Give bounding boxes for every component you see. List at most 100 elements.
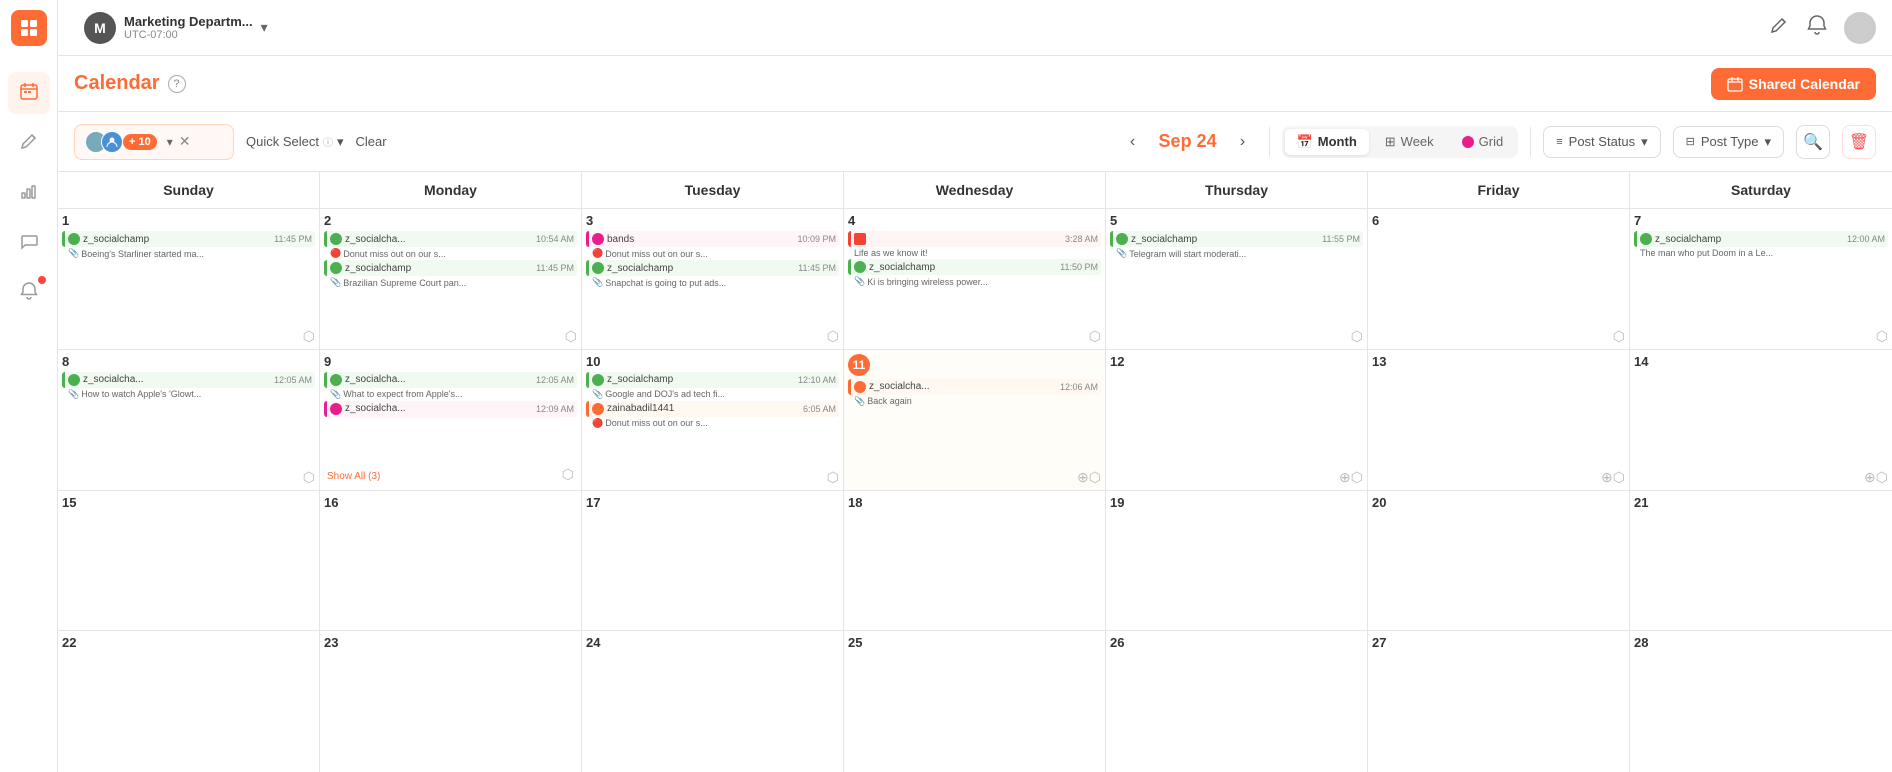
export-icon-8[interactable]: ⬡ — [303, 469, 315, 486]
bell-header-icon[interactable] — [1806, 14, 1828, 42]
export-icon-14[interactable]: ⬡ — [1876, 469, 1888, 486]
event-2-1[interactable]: z_socialcha... 10:54 AM — [324, 231, 577, 247]
event-time-10-1: 12:10 AM — [798, 375, 836, 385]
event-3-2[interactable]: z_socialchamp 11:45 PM — [586, 260, 839, 276]
event-5-1[interactable]: z_socialchamp 11:55 PM — [1110, 231, 1363, 247]
event-icon-9-1 — [330, 374, 342, 386]
event-name-3-1: bands — [607, 234, 794, 245]
compose-header-icon[interactable] — [1768, 14, 1790, 42]
date-23: 23 — [324, 635, 577, 650]
day-header-saturday: Saturday — [1630, 172, 1892, 208]
cell-sep-11: 11 z_socialcha... 12:06 AM 📎 Back again … — [844, 350, 1106, 490]
post-type-dropdown[interactable]: ⊟ Post Type ▾ — [1673, 126, 1784, 158]
event-time-2-1: 10:54 AM — [536, 234, 574, 244]
trash-icon: 🗑 — [1849, 132, 1869, 152]
event-icon-10-1 — [592, 374, 604, 386]
event-desc-4-1: Life as we know it! — [848, 248, 1101, 259]
export-icon-7[interactable]: ⬡ — [1876, 328, 1888, 345]
date-18: 18 — [848, 495, 1101, 510]
export-icon-5[interactable]: ⬡ — [1351, 328, 1363, 345]
event-2-2[interactable]: z_socialchamp 11:45 PM — [324, 260, 577, 276]
event-desc-8-1: 📎 How to watch Apple's 'Glowt... — [62, 389, 315, 401]
shared-calendar-label: Shared Calendar — [1749, 76, 1860, 92]
event-desc-7-1: The man who put Doom in a Le... — [1634, 248, 1888, 259]
export-icon-11[interactable]: ⬡ — [1089, 469, 1101, 486]
event-desc-3-1: 🔴 Donut miss out on our s... — [586, 248, 839, 260]
event-name-10-2: zainabadil1441 — [607, 403, 800, 414]
export-icon-12[interactable]: ⬡ — [1351, 469, 1363, 486]
cell-3-footer: ⬡ — [586, 326, 839, 345]
current-date-label: Sep 24 — [1159, 131, 1217, 152]
account-filter[interactable]: + 10 ▾ ✕ — [74, 124, 234, 160]
week-view-button[interactable]: ⊞ Week — [1373, 129, 1446, 155]
event-time-3-1: 10:09 PM — [797, 234, 836, 244]
next-month-button[interactable]: › — [1229, 128, 1257, 156]
trash-button[interactable]: 🗑 — [1842, 125, 1876, 159]
cell-11-footer: ⊕ ⬡ — [848, 467, 1101, 486]
week-view-icon: ⊞ — [1385, 134, 1396, 150]
event-1-1[interactable]: z_socialchamp 11:45 PM — [62, 231, 315, 247]
add-icon-13[interactable]: ⊕ — [1601, 469, 1613, 486]
export-icon-3[interactable]: ⬡ — [827, 328, 839, 345]
event-10-2[interactable]: zainabadil1441 6:05 AM — [586, 401, 839, 417]
week-3: 15 16 17 18 19 20 21 — [58, 491, 1892, 632]
add-icon-14[interactable]: ⊕ — [1864, 469, 1876, 486]
analytics-icon — [19, 181, 39, 206]
add-icon-11[interactable]: ⊕ — [1077, 469, 1089, 486]
export-icon-9[interactable]: ⬡ — [562, 466, 574, 483]
sidebar-item-chat[interactable] — [8, 222, 50, 264]
month-view-button[interactable]: 📅 Month — [1285, 129, 1369, 155]
search-icon: 🔍 — [1803, 132, 1823, 152]
post-status-icon: ≡ — [1556, 136, 1562, 148]
event-name-11-1: z_socialcha... — [869, 381, 1057, 392]
workspace-selector[interactable]: M Marketing Departm... UTC-07:00 ▾ — [74, 6, 278, 50]
show-all-9[interactable]: Show All (3) — [327, 471, 380, 482]
export-icon-13[interactable]: ⬡ — [1613, 469, 1625, 486]
notifications-icon — [19, 281, 39, 306]
sidebar-item-analytics[interactable] — [8, 172, 50, 214]
view-selector: 📅 Month ⊞ Week Grid — [1282, 126, 1519, 158]
quick-select[interactable]: Quick Select ⓘ ▾ — [246, 134, 344, 150]
add-icon-12[interactable]: ⊕ — [1339, 469, 1351, 486]
event-7-1[interactable]: z_socialchamp 12:00 AM — [1634, 231, 1888, 247]
export-icon-1[interactable]: ⬡ — [303, 328, 315, 345]
event-9-1[interactable]: z_socialcha... 12:05 AM — [324, 372, 577, 388]
export-icon-2[interactable]: ⬡ — [565, 328, 577, 345]
event-time-1-1: 11:45 PM — [274, 234, 312, 244]
event-4-2[interactable]: z_socialchamp 11:50 PM — [848, 259, 1101, 275]
export-icon-6[interactable]: ⬡ — [1613, 328, 1625, 345]
day-header-thursday: Thursday — [1106, 172, 1368, 208]
user-avatar[interactable] — [1844, 12, 1876, 44]
cell-sep-20: 20 — [1368, 491, 1630, 631]
prev-month-button[interactable]: ‹ — [1119, 128, 1147, 156]
event-10-1[interactable]: z_socialchamp 12:10 AM — [586, 372, 839, 388]
event-9-2[interactable]: z_socialcha... 12:09 AM — [324, 401, 577, 417]
export-icon-4[interactable]: ⬡ — [1089, 328, 1101, 345]
event-name-3-2: z_socialchamp — [607, 263, 795, 274]
cell-sep-7: 7 z_socialchamp 12:00 AM The man who put… — [1630, 209, 1892, 349]
clear-button[interactable]: Clear — [356, 134, 387, 149]
cell-sep-28: 28 — [1630, 631, 1892, 772]
cell-sep-9: 9 z_socialcha... 12:05 AM 📎 What to expe… — [320, 350, 582, 490]
account-filter-clear-icon[interactable]: ✕ — [179, 133, 191, 150]
event-8-1[interactable]: z_socialcha... 12:05 AM — [62, 372, 315, 388]
post-type-icon: ⊟ — [1686, 135, 1695, 148]
sidebar-item-compose[interactable] — [8, 122, 50, 164]
sidebar-item-calendar[interactable] — [8, 72, 50, 114]
event-4-1[interactable]: 3:28 AM — [848, 231, 1101, 247]
help-icon[interactable]: ? — [168, 75, 186, 93]
app-logo[interactable] — [11, 10, 47, 46]
export-icon-10[interactable]: ⬡ — [827, 469, 839, 486]
shared-calendar-button[interactable]: Shared Calendar — [1711, 68, 1876, 100]
search-button[interactable]: 🔍 — [1796, 125, 1830, 159]
event-desc-icon-9-1: 📎 — [330, 389, 341, 400]
cell-6-footer: ⬡ — [1372, 326, 1625, 345]
event-11-1[interactable]: z_socialcha... 12:06 AM — [848, 379, 1101, 395]
date-7: 7 — [1634, 213, 1888, 228]
sidebar-item-notifications[interactable] — [8, 272, 50, 314]
post-status-dropdown[interactable]: ≡ Post Status ▾ — [1543, 126, 1660, 158]
grid-view-button[interactable]: Grid — [1450, 129, 1516, 154]
event-3-1[interactable]: bands 10:09 PM — [586, 231, 839, 247]
event-icon-1-1 — [68, 233, 80, 245]
date-21: 21 — [1634, 495, 1888, 510]
